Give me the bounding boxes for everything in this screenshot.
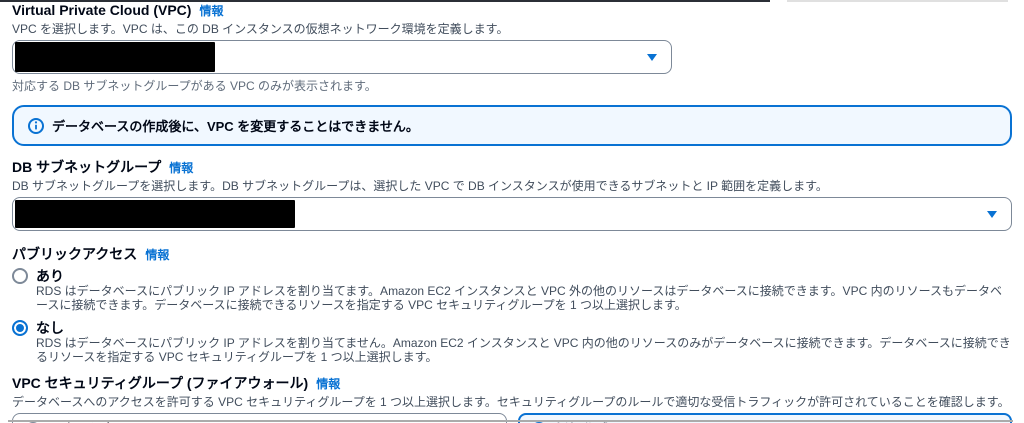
public-access-info-link[interactable]: 情報 (145, 248, 169, 262)
vpc-change-info-alert: データベースの作成後に、VPC を変更することはできません。 (12, 105, 1012, 146)
vpc-title-text: Virtual Private Cloud (VPC) (12, 2, 192, 18)
subnet-group-select[interactable] (12, 197, 1012, 231)
security-group-title-text: VPC セキュリティグループ (ファイアウォール) (12, 375, 309, 391)
vpc-section-title: Virtual Private Cloud (VPC) 情報 (12, 3, 1012, 18)
info-circle-icon (28, 117, 44, 134)
vpc-section: Virtual Private Cloud (VPC) 情報 VPC を選択しま… (12, 3, 1012, 93)
crop-artifact-dark-line (0, 0, 770, 2)
public-access-section: パブリックアクセス 情報 あり RDS はデータベースにパブリック IP アドレ… (12, 247, 1012, 364)
public-access-title-text: パブリックアクセス (12, 246, 138, 262)
subnet-section-title: DB サブネットグループ 情報 (12, 160, 1012, 175)
public-access-yes-label: あり (36, 268, 64, 284)
vpc-constraint-text: 対応する DB サブネットグループがある VPC のみが表示されます。 (12, 79, 377, 93)
radio-unselected-icon[interactable] (12, 268, 28, 284)
vpc-select[interactable] (12, 40, 672, 74)
subnet-select-value-redacted (15, 200, 295, 228)
public-access-no-label: なし (36, 320, 64, 336)
crop-artifact-gray-line (787, 0, 1008, 2)
security-group-info-link[interactable]: 情報 (316, 377, 340, 391)
security-group-title: VPC セキュリティグループ (ファイアウォール) 情報 (12, 376, 1012, 391)
subnet-group-section: DB サブネットグループ 情報 DB サブネットグループを選択します。DB サブ… (12, 160, 1012, 231)
vpc-info-link[interactable]: 情報 (199, 4, 223, 18)
chevron-down-icon (647, 53, 657, 61)
vpc-description: VPC を選択します。VPC は、この DB インスタンスの仮想ネットワーク環境… (12, 22, 509, 36)
alert-text: データベースの作成後に、VPC を変更することはできません。 (52, 119, 419, 134)
subnet-title-text: DB サブネットグループ (12, 159, 162, 175)
public-access-title: パブリックアクセス 情報 (12, 247, 1012, 262)
public-access-option-no[interactable]: なし (12, 320, 1012, 336)
radio-selected-icon[interactable] (12, 320, 28, 336)
rds-connectivity-form: Virtual Private Cloud (VPC) 情報 VPC を選択しま… (0, 0, 1024, 423)
crop-artifact-bottom-line (8, 420, 1013, 422)
chevron-down-icon (987, 210, 997, 218)
security-group-description: データベースへのアクセスを許可する VPC セキュリティグループを 1 つ以上選… (12, 395, 1010, 409)
security-group-section: VPC セキュリティグループ (ファイアウォール) 情報 データベースへのアクセ… (12, 376, 1012, 423)
public-access-option-yes[interactable]: あり (12, 268, 1012, 284)
subnet-description: DB サブネットグループを選択します。DB サブネットグループは、選択した VP… (12, 179, 828, 193)
vpc-select-value-redacted (15, 42, 215, 72)
public-access-yes-description: RDS はデータベースにパブリック IP アドレスを割り当てます。Amazon … (36, 284, 1002, 312)
subnet-info-link[interactable]: 情報 (169, 161, 193, 175)
public-access-no-description: RDS はデータベースにパブリック IP アドレスを割り当てません。Amazon… (36, 336, 1011, 364)
